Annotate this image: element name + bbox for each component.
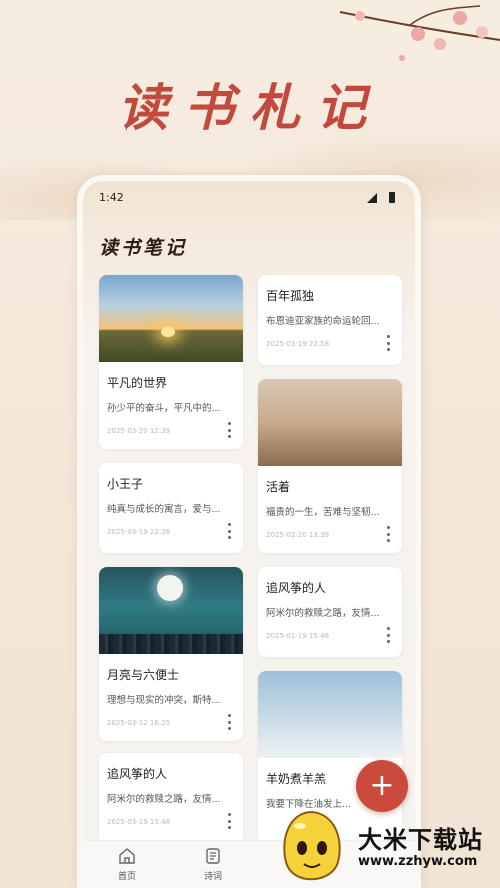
note-cover-image [99, 275, 243, 362]
note-excerpt: 布恩迪亚家族的命运轮回... [266, 316, 380, 327]
note-date: 2025-03-12 16:25 [107, 719, 171, 727]
note-title: 月亮与六便士 [107, 668, 180, 682]
status-bar: 1:42 [99, 191, 399, 207]
battery-icon [389, 192, 395, 203]
more-options-icon[interactable] [227, 813, 231, 829]
status-time: 1:42 [99, 191, 124, 204]
more-options-icon[interactable] [386, 526, 390, 542]
note-card[interactable]: 追风筝的人 阿米尔的救赎之路，友情... 2025-03-19 15:48 [99, 753, 243, 843]
home-icon [119, 848, 135, 864]
note-date: 2025-01-19 15:48 [266, 632, 330, 640]
note-date: 2025-02-20 13:39 [266, 531, 330, 539]
nav-item-home[interactable]: 首页 [97, 847, 157, 882]
watermark-url: www.zzhyw.com [358, 854, 478, 869]
note-excerpt: 孙少平的奋斗，平凡中的... [107, 403, 221, 414]
note-card[interactable]: 小王子 纯真与成长的寓言，爱与... 2025-03-19 22:36 [99, 463, 243, 553]
note-card[interactable]: 活着 福贵的一生，苦难与坚韧... 2025-02-20 13:39 [258, 379, 402, 553]
note-cover-image [258, 379, 402, 466]
nav-item-poetry[interactable]: 诗词 [183, 847, 243, 882]
note-card[interactable]: 月亮与六便士 理想与现实的冲突，斯特... 2025-03-12 16:25 [99, 567, 243, 741]
scroll-icon [206, 848, 220, 864]
nav-label-poetry: 诗词 [203, 872, 222, 882]
more-options-icon[interactable] [227, 523, 231, 539]
note-date: 2025-03-19 22:36 [107, 528, 171, 536]
nav-label-home: 首页 [117, 872, 136, 882]
more-options-icon[interactable] [386, 335, 390, 351]
city-skyline [99, 634, 243, 654]
sun-glow [161, 327, 175, 337]
note-excerpt: 理想与现实的冲突，斯特... [107, 695, 221, 706]
page-title: 读书笔记 [99, 237, 188, 259]
watermark-name: 大米下载站 [358, 826, 483, 854]
note-excerpt: 纯真与成长的寓言，爱与... [107, 504, 221, 515]
note-excerpt: 阿米尔的救赎之路，友情... [107, 794, 221, 805]
note-card[interactable]: 百年孤独 布恩迪亚家族的命运轮回... 2025-03-19 22:58 [258, 275, 402, 365]
note-date: 2025-03-20 12:39 [107, 427, 171, 435]
note-card[interactable]: 平凡的世界 孙少平的奋斗，平凡中的... 2025-03-20 12:39 [99, 275, 243, 449]
note-date: 2025-03-19 15:48 [107, 818, 171, 826]
rice-mascot-logo [283, 810, 341, 881]
site-watermark: 大米下载站 www.zzhyw.com [272, 780, 500, 888]
cherry-blossom-decoration [330, 0, 500, 70]
hero-title: 读书札记 [118, 78, 382, 137]
more-options-icon[interactable] [386, 627, 390, 643]
note-excerpt: 福贵的一生，苦难与坚韧... [266, 507, 380, 518]
note-cover-image [258, 671, 402, 758]
note-title: 平凡的世界 [107, 376, 168, 390]
note-cover-image [99, 567, 243, 654]
more-options-icon[interactable] [227, 714, 231, 730]
moon-shape [157, 575, 183, 601]
note-title: 追风筝的人 [107, 767, 168, 781]
more-options-icon[interactable] [227, 422, 231, 438]
note-card[interactable]: 追风筝的人 阿米尔的救赎之路，友情... 2025-01-19 15:48 [258, 567, 402, 657]
note-title: 百年孤独 [266, 289, 315, 303]
signal-icon [367, 193, 377, 203]
note-title: 小王子 [107, 477, 144, 491]
note-excerpt: 阿米尔的救赎之路，友情... [266, 608, 380, 619]
note-title: 追风筝的人 [266, 581, 327, 595]
note-date: 2025-03-19 22:58 [266, 340, 330, 348]
note-title: 活着 [266, 480, 291, 494]
